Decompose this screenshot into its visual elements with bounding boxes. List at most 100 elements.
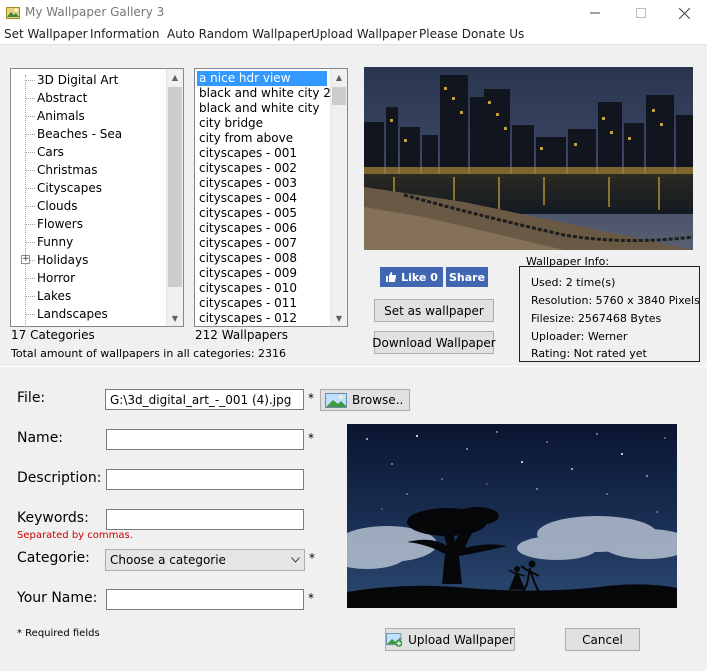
cancel-button[interactable]: Cancel [565, 628, 640, 651]
wallpaper-item[interactable]: cityscapes - 002 [199, 161, 329, 176]
menu-set-wallpaper[interactable]: Set Wallpaper [4, 27, 88, 41]
your-name-input[interactable] [106, 589, 304, 610]
app-icon [6, 7, 20, 19]
close-icon [678, 7, 690, 19]
scroll-thumb[interactable] [168, 87, 182, 287]
category-tree[interactable]: 3D Digital Art Abstract Animals Beaches - S… [10, 68, 184, 327]
keywords-hint: Separated by commas. [17, 530, 133, 541]
your-name-label: Your Name: [17, 590, 98, 606]
required-fields-note: * Required fields [17, 628, 100, 639]
wallpaper-scrollbar[interactable]: ▲ ▼ [330, 69, 347, 326]
wallpaper-item[interactable]: a nice hdr view [197, 71, 327, 86]
close-button[interactable] [661, 0, 707, 26]
tree-connector [25, 278, 35, 279]
wallpaper-info-panel: Used: 2 time(s) Resolution: 5760 x 3840 … [519, 266, 700, 362]
scroll-down-icon[interactable]: ▼ [167, 310, 183, 326]
tree-connector [25, 80, 35, 81]
wallpaper-item[interactable]: cityscapes - 009 [199, 266, 329, 281]
wallpaper-item[interactable]: cityscapes - 003 [199, 176, 329, 191]
category-item[interactable]: Funny [37, 233, 73, 251]
file-path-input[interactable]: G:\3d_digital_art_-_001 (4).jpg [105, 389, 304, 410]
scroll-down-icon[interactable]: ▼ [331, 310, 347, 326]
tree-connector [25, 206, 35, 207]
wallpaper-item[interactable]: cityscapes - 012 [199, 311, 329, 326]
keywords-input[interactable] [106, 509, 304, 530]
name-label: Name: [17, 430, 64, 446]
category-item[interactable]: Clouds [37, 197, 78, 215]
city-night-image [364, 67, 693, 250]
file-label: File: [17, 390, 46, 406]
wallpaper-item[interactable]: cityscapes - 001 [199, 146, 329, 161]
menu-upload-wallpaper[interactable]: Upload Wallpaper [311, 27, 417, 41]
tree-connector [25, 98, 35, 99]
category-item[interactable]: Christmas [37, 161, 98, 179]
wallpaper-item[interactable]: cityscapes - 007 [199, 236, 329, 251]
menu-information[interactable]: Information [90, 27, 159, 41]
category-scrollbar[interactable]: ▲ ▼ [166, 69, 183, 326]
tree-connector [25, 152, 35, 153]
category-item[interactable]: Flowers [37, 215, 83, 233]
tree-connector [25, 224, 35, 225]
browse-label: Browse.. [352, 393, 404, 407]
set-as-wallpaper-label: Set as wallpaper [384, 303, 484, 318]
total-wallpapers: Total amount of wallpapers in all catego… [11, 347, 287, 360]
wallpaper-item[interactable]: cityscapes - 010 [199, 281, 329, 296]
wallpaper-item[interactable]: city bridge [199, 116, 329, 131]
title-bar: My Wallpaper Gallery 3 [0, 0, 707, 26]
tree-connector [25, 116, 35, 117]
wallpaper-item[interactable]: cityscapes - 008 [199, 251, 329, 266]
category-select-value: Choose a categorie [110, 553, 226, 567]
set-as-wallpaper-button[interactable]: Set as wallpaper [374, 299, 494, 322]
category-label: Categorie: [17, 550, 90, 566]
chevron-down-icon [291, 557, 300, 563]
like-label: Like 0 [401, 270, 438, 284]
facebook-share-button[interactable]: Share [446, 267, 488, 287]
scroll-up-icon[interactable]: ▲ [331, 69, 347, 85]
upload-wallpaper-label: Upload Wallpaper [408, 632, 514, 647]
category-item[interactable]: Animals [37, 107, 85, 125]
scroll-thumb[interactable] [332, 87, 346, 105]
wallpaper-list[interactable]: a nice hdr view black and white city 2 bla… [194, 68, 348, 327]
category-item[interactable]: Cars [37, 143, 64, 161]
wallpaper-item[interactable]: black and white city 2 [199, 86, 331, 101]
category-item[interactable]: Beaches - Sea [37, 125, 122, 143]
category-item[interactable]: Lakes [37, 287, 71, 305]
wallpaper-item[interactable]: city from above [199, 131, 329, 146]
maximize-icon [636, 8, 646, 18]
wallpaper-item[interactable]: cityscapes - 006 [199, 221, 329, 236]
info-uploader: Uploader: Werner [531, 330, 628, 343]
wallpaper-item[interactable]: cityscapes - 005 [199, 206, 329, 221]
category-item[interactable]: Abstract [37, 89, 87, 107]
scroll-up-icon[interactable]: ▲ [167, 69, 183, 85]
window-title: My Wallpaper Gallery 3 [25, 5, 165, 19]
name-input[interactable] [106, 429, 304, 450]
info-resolution: Resolution: 5760 x 3840 Pixels [531, 294, 700, 307]
starry-night-image [347, 424, 677, 608]
browse-button[interactable]: Browse.. [320, 389, 410, 411]
info-filesize: Filesize: 2567468 Bytes [531, 312, 662, 325]
thumbs-up-icon [386, 272, 397, 282]
minimize-button[interactable] [572, 0, 618, 26]
menu-auto-random-wallpaper[interactable]: Auto Random Wallpaper [167, 27, 312, 41]
wallpaper-item[interactable]: cityscapes - 011 [199, 296, 329, 311]
category-item[interactable]: Cityscapes [37, 179, 102, 197]
wallpaper-item[interactable]: black and white city [199, 101, 329, 116]
menu-donate[interactable]: Please Donate Us [419, 27, 524, 41]
info-rating: Rating: Not rated yet [531, 347, 647, 360]
tree-connector [25, 170, 35, 171]
category-item[interactable]: Horror [37, 269, 75, 287]
expand-icon[interactable]: + [21, 255, 30, 264]
tree-connector [25, 296, 35, 297]
download-wallpaper-button[interactable]: Download Wallpaper [372, 331, 496, 354]
description-input[interactable] [106, 469, 304, 490]
maximize-button[interactable] [618, 0, 664, 26]
facebook-like-button[interactable]: Like 0 [380, 267, 443, 287]
category-select[interactable]: Choose a categorie [105, 549, 305, 571]
wallpaper-item[interactable]: cityscapes - 004 [199, 191, 329, 206]
upload-wallpaper-button[interactable]: Upload Wallpaper [385, 628, 515, 651]
category-count: 17 Categories [11, 328, 95, 342]
category-item[interactable]: Holidays [37, 251, 88, 269]
tree-connector [25, 242, 35, 243]
category-item[interactable]: 3D Digital Art [37, 71, 118, 89]
category-item[interactable]: Landscapes [37, 305, 108, 323]
